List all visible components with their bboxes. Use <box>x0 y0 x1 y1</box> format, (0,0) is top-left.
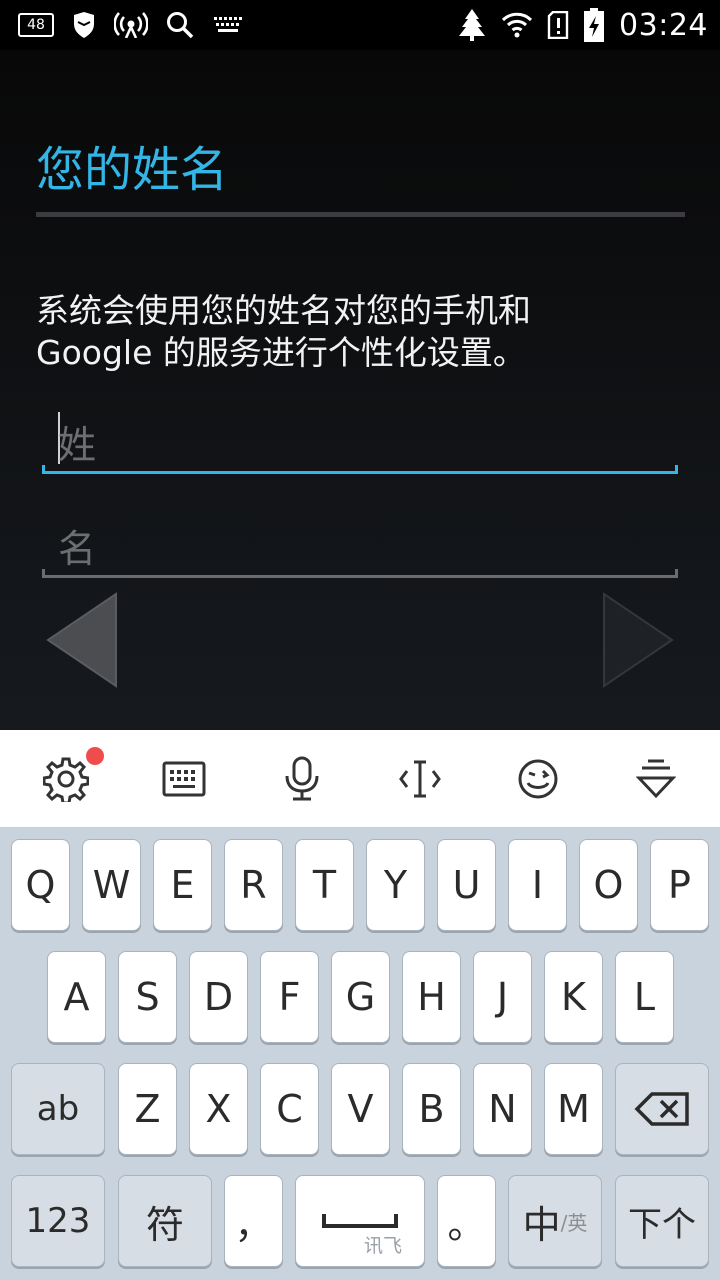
underline-tick-left <box>42 465 45 474</box>
triangle-right-icon <box>603 592 674 688</box>
key-o[interactable]: O <box>579 839 638 931</box>
voice-input-button[interactable] <box>242 730 362 828</box>
key-u[interactable]: U <box>437 839 496 931</box>
sim-alert-icon <box>547 11 569 39</box>
first-name-placeholder: 名 <box>58 527 97 571</box>
last-name-field[interactable]: 姓 <box>42 404 678 474</box>
cursor-icon <box>399 760 441 798</box>
triangle-left-icon <box>46 592 117 688</box>
key-period[interactable]: 。 <box>437 1175 496 1267</box>
key-v[interactable]: V <box>331 1063 390 1155</box>
notification-count: 48 <box>18 13 54 37</box>
page-description: 系统会使用您的姓名对您的手机和 Google 的服务进行个性化设置。 <box>36 290 676 374</box>
description-line-2: Google 的服务进行个性化设置。 <box>36 333 526 372</box>
hide-keyboard-button[interactable] <box>596 730 716 828</box>
cursor-control-button[interactable] <box>360 730 480 828</box>
key-y[interactable]: Y <box>366 839 425 931</box>
key-i[interactable]: I <box>508 839 567 931</box>
last-name-placeholder: 姓 <box>58 423 97 467</box>
title-divider <box>36 212 685 217</box>
key-backspace[interactable] <box>615 1063 709 1155</box>
key-symbols[interactable]: 符 <box>118 1175 212 1267</box>
key-numbers[interactable]: 123 <box>11 1175 105 1267</box>
emoji-button[interactable] <box>478 730 598 828</box>
key-next[interactable]: 下个 <box>615 1175 709 1267</box>
shield-icon <box>72 12 96 38</box>
key-ab-toggle[interactable]: ab <box>11 1063 105 1155</box>
settings-icon <box>43 757 89 802</box>
last-name-underline <box>42 471 678 474</box>
space-bar-icon <box>322 1214 398 1228</box>
search-icon <box>166 11 194 39</box>
key-b[interactable]: B <box>402 1063 461 1155</box>
key-r[interactable]: R <box>224 839 283 931</box>
key-t[interactable]: T <box>295 839 354 931</box>
key-comma[interactable]: ， <box>224 1175 283 1267</box>
key-l[interactable]: L <box>615 951 674 1043</box>
hotspot-icon <box>114 12 148 38</box>
key-space[interactable]: 讯飞 <box>295 1175 425 1267</box>
previous-button[interactable] <box>46 592 118 692</box>
key-h[interactable]: H <box>402 951 461 1043</box>
keyboard-settings-button[interactable] <box>6 730 126 828</box>
first-name-underline <box>42 575 678 578</box>
keyboard-switch-icon <box>162 761 206 797</box>
key-language-toggle[interactable]: 中/英 <box>508 1175 602 1267</box>
key-c[interactable]: C <box>260 1063 319 1155</box>
key-x[interactable]: X <box>189 1063 248 1155</box>
keyboard-icon <box>212 14 244 36</box>
key-w[interactable]: W <box>82 839 141 931</box>
key-j[interactable]: J <box>473 951 532 1043</box>
description-line-1: 系统会使用您的姓名对您的手机和 <box>36 291 531 330</box>
hide-keyboard-icon <box>636 759 676 799</box>
tree-icon <box>457 9 487 41</box>
backspace-icon <box>634 1092 689 1126</box>
keyboard-toolbar <box>0 730 720 828</box>
emoji-icon <box>518 759 558 799</box>
key-s[interactable]: S <box>118 951 177 1043</box>
key-a[interactable]: A <box>47 951 106 1043</box>
next-button[interactable] <box>602 592 674 692</box>
space-hint: 讯飞 <box>363 1235 402 1257</box>
key-g[interactable]: G <box>331 951 390 1043</box>
first-name-field[interactable]: 名 <box>42 508 678 578</box>
notification-48-icon: 48 <box>18 13 54 37</box>
key-z[interactable]: Z <box>118 1063 177 1155</box>
soft-keyboard: Q W E R T Y U I O P A S D F G H J K L ab… <box>0 828 720 1280</box>
page-title: 您的姓名 <box>36 142 229 198</box>
key-k[interactable]: K <box>544 951 603 1043</box>
underline-tick-left <box>42 569 45 578</box>
microphone-icon <box>285 756 319 801</box>
notification-dot <box>86 747 104 765</box>
underline-tick-right <box>675 465 678 474</box>
underline-tick-right <box>675 569 678 578</box>
key-f[interactable]: F <box>260 951 319 1043</box>
lang-sub: /英 <box>560 1210 588 1235</box>
key-q[interactable]: Q <box>11 839 70 931</box>
lang-main: 中 <box>522 1202 561 1247</box>
name-setup-page: 您的姓名 系统会使用您的姓名对您的手机和 Google 的服务进行个性化设置。 … <box>0 50 720 730</box>
keyboard-switch-button[interactable] <box>124 730 244 828</box>
key-p[interactable]: P <box>650 839 709 931</box>
key-e[interactable]: E <box>153 839 212 931</box>
status-bar: 48 03:24 <box>0 0 720 50</box>
wifi-icon <box>501 12 533 38</box>
status-time: 03:24 <box>619 7 708 43</box>
key-m[interactable]: M <box>544 1063 603 1155</box>
key-n[interactable]: N <box>473 1063 532 1155</box>
battery-charging-icon <box>583 8 605 42</box>
key-d[interactable]: D <box>189 951 248 1043</box>
